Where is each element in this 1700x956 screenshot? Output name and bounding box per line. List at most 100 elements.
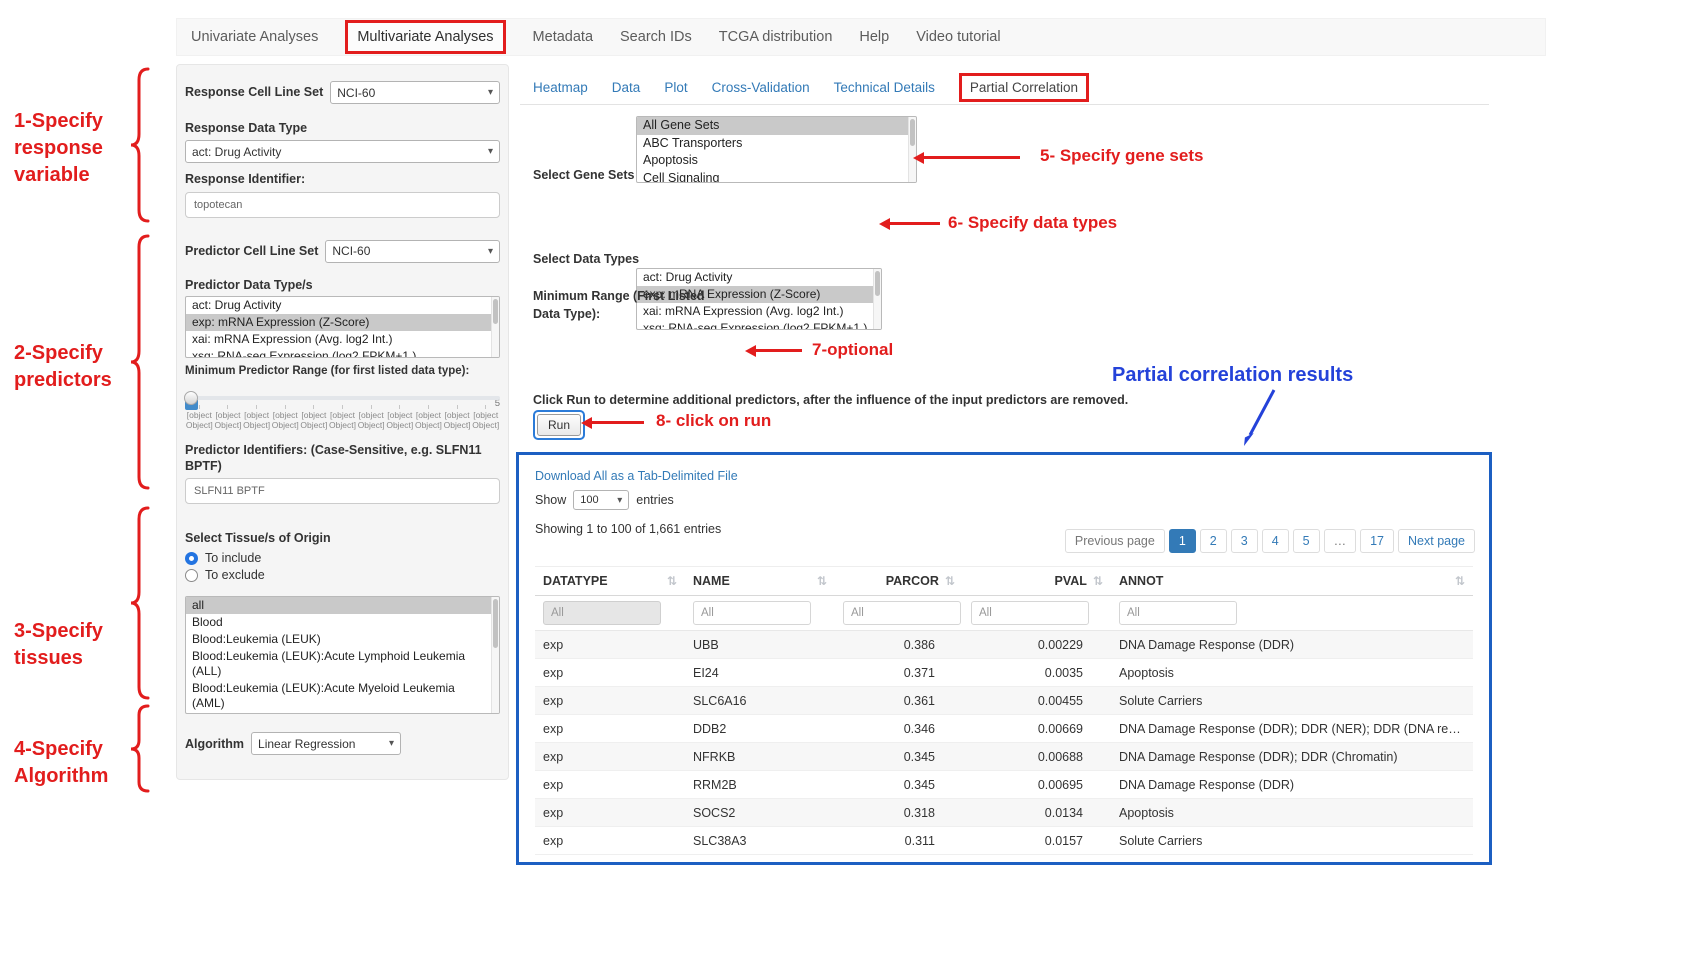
- listbox-option[interactable]: Blood:Leukemia (LEUK): [186, 631, 499, 648]
- cell-pval: 0.0035: [963, 659, 1111, 687]
- cell-annot: Apoptosis: [1111, 659, 1473, 687]
- select-value: act: Drug Activity: [192, 145, 281, 159]
- slider-track[interactable]: [185, 396, 500, 400]
- previous-page-button[interactable]: Previous page: [1065, 529, 1165, 553]
- filter-datatype-input[interactable]: [543, 601, 661, 625]
- radio-button[interactable]: [185, 569, 198, 582]
- tab[interactable]: Data: [612, 80, 641, 95]
- gene-sets-label: Select Gene Sets: [533, 167, 634, 183]
- response-cell-line-set-select[interactable]: NCI-60 ▾: [330, 81, 500, 104]
- listbox-option[interactable]: Apoptosis: [637, 152, 916, 170]
- listbox-option[interactable]: Blood:Leukemia (LEUK):Acute Lymphoid Leu…: [186, 648, 499, 680]
- filter-pval-input[interactable]: [971, 601, 1089, 625]
- tissue-listbox[interactable]: all Blood Blood:Leukemia (LEUK) Blood:Le…: [185, 596, 500, 714]
- tab[interactable]: Cross-Validation: [712, 80, 810, 95]
- tab[interactable]: Plot: [664, 80, 687, 95]
- page-number-button[interactable]: 17: [1360, 529, 1394, 553]
- next-page-button[interactable]: Next page: [1398, 529, 1475, 553]
- tab[interactable]: Heatmap: [533, 80, 588, 95]
- cell-annot: DNA Damage Response (DDR): [1111, 631, 1473, 659]
- annotation-step1: 1-Specify response variable: [14, 108, 126, 189]
- run-button[interactable]: Run: [537, 414, 581, 436]
- table-row[interactable]: exp SOCS2 0.318 0.0134 Apoptosis: [535, 799, 1473, 827]
- tab[interactable]: Partial Correlation: [959, 73, 1089, 102]
- listbox-option[interactable]: act: Drug Activity: [186, 297, 499, 314]
- page-number-button[interactable]: 5: [1293, 529, 1320, 553]
- cell-name: DDB2: [685, 715, 835, 743]
- table-row[interactable]: exp DDB2 0.346 0.00669 DNA Damage Respon…: [535, 715, 1473, 743]
- table-row[interactable]: exp EI24 0.371 0.0035 Apoptosis: [535, 659, 1473, 687]
- slider-tick: [object Object]: [300, 405, 329, 430]
- cell-annot: DNA Damage Response (DDR): [1111, 771, 1473, 799]
- listbox-option[interactable]: act: Drug Activity: [637, 269, 881, 286]
- slider-handle[interactable]: [184, 391, 198, 405]
- listbox-option[interactable]: Blood: [186, 614, 499, 631]
- predictor-identifiers-input[interactable]: [185, 478, 500, 504]
- filter-name-input[interactable]: [693, 601, 811, 625]
- predictor-cell-line-set-select[interactable]: NCI-60 ▾: [325, 240, 500, 263]
- slider-tick: [object Object]: [357, 405, 386, 430]
- tissue-origin-label: Select Tissue/s of Origin: [185, 530, 500, 546]
- scrollbar-thumb[interactable]: [875, 271, 880, 296]
- gene-sets-listbox[interactable]: All Gene Sets ABC Transporters Apoptosis…: [636, 116, 917, 183]
- listbox-option[interactable]: ABC Transporters: [637, 135, 916, 153]
- table-row[interactable]: exp UBB 0.386 0.00229 DNA Damage Respons…: [535, 631, 1473, 659]
- annotation-step8: 8- click on run: [656, 411, 771, 431]
- algorithm-select[interactable]: Linear Regression ▾: [251, 732, 401, 755]
- cell-annot: DNA Damage Response (DDR); DDR (NER); DD…: [1111, 715, 1473, 743]
- annotation-step7: 7-optional: [812, 340, 893, 360]
- download-link[interactable]: Download All as a Tab-Delimited File: [535, 469, 738, 483]
- listbox-option[interactable]: Cell Signaling: [637, 170, 916, 183]
- chevron-down-icon: ▾: [488, 246, 493, 257]
- page-number-button[interactable]: 4: [1262, 529, 1289, 553]
- nav-item[interactable]: Multivariate Analyses: [345, 20, 505, 54]
- listbox-option[interactable]: Blood:Leukemia (LEUK):Acute Myeloid Leuk…: [186, 680, 499, 712]
- nav-item[interactable]: TCGA distribution: [719, 29, 833, 45]
- filter-annot-input[interactable]: [1119, 601, 1237, 625]
- radio-button[interactable]: [185, 552, 198, 565]
- table-filter-row: [535, 596, 1473, 631]
- column-header-pval[interactable]: PVAL ⇅: [963, 567, 1111, 596]
- scrollbar-thumb[interactable]: [910, 119, 915, 146]
- table-row[interactable]: exp SLC6A16 0.361 0.00455 Solute Carrier…: [535, 687, 1473, 715]
- annotation-arrow-8: [592, 421, 644, 424]
- listbox-option[interactable]: All Gene Sets: [637, 117, 916, 135]
- scrollbar-thumb[interactable]: [493, 299, 498, 324]
- nav-item[interactable]: Search IDs: [620, 29, 692, 45]
- min-predictor-range-label: Minimum Predictor Range (for first liste…: [185, 364, 500, 379]
- cell-datatype: exp: [535, 715, 685, 743]
- min-range-label: Minimum Range (First Listed Data Type):: [533, 287, 705, 323]
- listbox-option[interactable]: xsq: RNA-seq Expression (log2 FPKM+1.): [186, 348, 499, 358]
- listbox-option[interactable]: xai: mRNA Expression (Avg. log2 Int.): [186, 331, 499, 348]
- select-value: NCI-60: [332, 244, 370, 258]
- nav-item[interactable]: Video tutorial: [916, 29, 1000, 45]
- listbox-option[interactable]: Blood:Leukemia (LEUK):Chronic Myelogenou…: [186, 712, 499, 714]
- listbox-option[interactable]: all: [186, 597, 499, 614]
- table-row[interactable]: exp SLC38A3 0.311 0.0157 Solute Carriers: [535, 827, 1473, 855]
- scrollbar-thumb[interactable]: [493, 599, 498, 648]
- scrollbar[interactable]: [908, 117, 916, 182]
- response-identifier-input[interactable]: [185, 192, 500, 218]
- tab[interactable]: Technical Details: [834, 80, 935, 95]
- page-number-button[interactable]: 3: [1231, 529, 1258, 553]
- scrollbar[interactable]: [491, 297, 499, 357]
- scrollbar[interactable]: [491, 597, 499, 713]
- entries-per-page-select[interactable]: 100 ▾: [573, 490, 629, 510]
- page-number-button[interactable]: 2: [1200, 529, 1227, 553]
- table-row[interactable]: exp NFRKB 0.345 0.00688 DNA Damage Respo…: [535, 743, 1473, 771]
- page-number-button[interactable]: …: [1324, 529, 1357, 553]
- nav-item[interactable]: Help: [859, 29, 889, 45]
- column-header-parcor[interactable]: PARCOR ⇅: [835, 567, 963, 596]
- column-header-annot[interactable]: ANNOT ⇅: [1111, 567, 1473, 596]
- nav-item[interactable]: Univariate Analyses: [191, 29, 318, 45]
- filter-parcor-input[interactable]: [843, 601, 961, 625]
- listbox-option[interactable]: exp: mRNA Expression (Z-Score): [186, 314, 499, 331]
- predictor-data-types-listbox[interactable]: act: Drug Activity exp: mRNA Expression …: [185, 296, 500, 358]
- scrollbar[interactable]: [873, 269, 881, 329]
- page-number-button[interactable]: 1: [1169, 529, 1196, 553]
- column-header-name[interactable]: NAME ⇅: [685, 567, 835, 596]
- response-data-type-select[interactable]: act: Drug Activity ▾: [185, 140, 500, 163]
- nav-item[interactable]: Metadata: [533, 29, 593, 45]
- column-header-datatype[interactable]: DATATYPE ⇅: [535, 567, 685, 596]
- table-row[interactable]: exp RRM2B 0.345 0.00695 DNA Damage Respo…: [535, 771, 1473, 799]
